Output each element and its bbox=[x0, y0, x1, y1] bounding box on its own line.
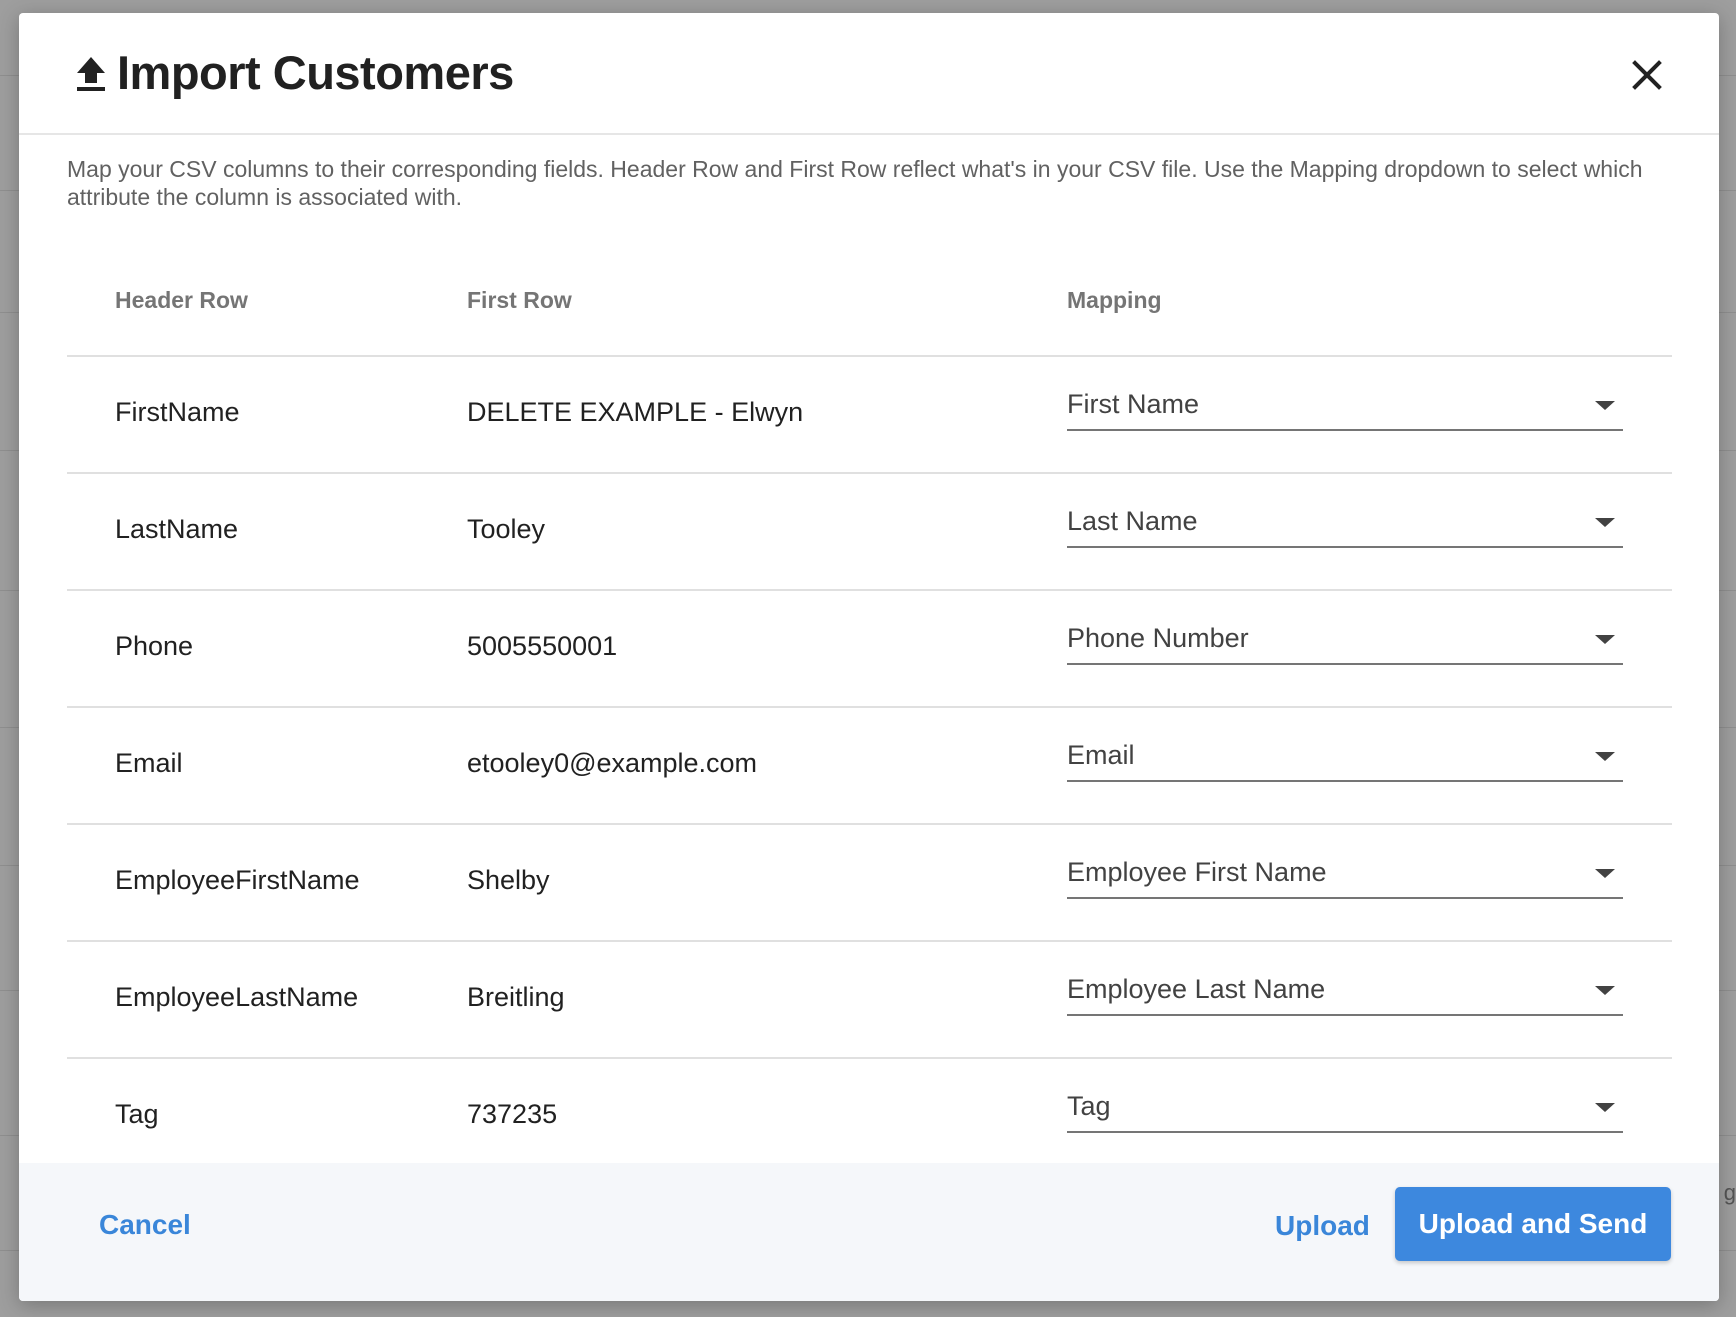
header-row-cell: EmployeeFirstName bbox=[115, 865, 360, 895]
first-row-cell: DELETE EXAMPLE - Elwyn bbox=[467, 397, 804, 427]
first-row-cell: Tooley bbox=[467, 514, 546, 544]
first-row-cell: 737235 bbox=[467, 1099, 558, 1129]
chevron-down-icon bbox=[1595, 635, 1615, 644]
mapping-select[interactable]: Tag bbox=[1067, 1089, 1623, 1133]
chevron-down-icon bbox=[1595, 986, 1615, 995]
mapping-table: Header Row First Row Mapping FirstName D… bbox=[67, 253, 1672, 1176]
backdrop-peek-text: g bbox=[1723, 1180, 1736, 1205]
column-header-first-row: First Row bbox=[467, 287, 572, 313]
mapping-select-value: Employee Last Name bbox=[1067, 974, 1326, 1004]
header-row-cell: LastName bbox=[115, 514, 239, 544]
dialog-title-wrap: Import Customers bbox=[73, 45, 514, 100]
table-row: FirstName DELETE EXAMPLE - Elwyn First N… bbox=[67, 357, 1672, 474]
chevron-down-icon bbox=[1595, 752, 1615, 761]
dialog-header: Import Customers bbox=[19, 13, 1719, 135]
chevron-down-icon bbox=[1595, 401, 1615, 410]
cancel-button[interactable]: Cancel bbox=[99, 1209, 191, 1241]
header-row-cell: FirstName bbox=[115, 397, 240, 427]
upload-icon bbox=[77, 56, 105, 91]
header-row-cell: EmployeeLastName bbox=[115, 982, 359, 1012]
mapping-select-value: Email bbox=[1067, 740, 1135, 770]
mapping-select[interactable]: Employee Last Name bbox=[1067, 972, 1623, 1016]
mapping-select-value: First Name bbox=[1067, 389, 1200, 419]
first-row-cell: Breitling bbox=[467, 982, 565, 1012]
table-row: EmployeeLastName Breitling Employee Last… bbox=[67, 942, 1672, 1059]
chevron-down-icon bbox=[1595, 518, 1615, 527]
mapping-select[interactable]: Email bbox=[1067, 738, 1623, 782]
mapping-select-value: Tag bbox=[1067, 1091, 1111, 1121]
column-header-header-row: Header Row bbox=[115, 287, 248, 313]
mapping-select[interactable]: Last Name bbox=[1067, 504, 1623, 548]
table-row: Email etooley0@example.com Email bbox=[67, 708, 1672, 825]
table-header: Header Row First Row Mapping bbox=[67, 253, 1672, 357]
upload-button[interactable]: Upload bbox=[1275, 1210, 1370, 1242]
column-header-mapping: Mapping bbox=[1067, 287, 1162, 313]
mapping-select-value: Phone Number bbox=[1067, 623, 1249, 653]
dialog-footer: Cancel Upload Upload and Send bbox=[19, 1163, 1719, 1301]
mapping-select-value: Last Name bbox=[1067, 506, 1198, 536]
table-row: Phone 5005550001 Phone Number bbox=[67, 591, 1672, 708]
mapping-select[interactable]: Employee First Name bbox=[1067, 855, 1623, 899]
first-row-cell: Shelby bbox=[467, 865, 550, 895]
upload-and-send-button[interactable]: Upload and Send bbox=[1395, 1187, 1671, 1261]
import-customers-dialog: Import Customers Map your CSV columns to… bbox=[19, 13, 1719, 1301]
table-row: Tag 737235 Tag bbox=[67, 1059, 1672, 1176]
header-row-cell: Email bbox=[115, 748, 183, 778]
first-row-cell: etooley0@example.com bbox=[467, 748, 758, 778]
chevron-down-icon bbox=[1595, 869, 1615, 878]
close-icon[interactable] bbox=[1627, 55, 1667, 95]
dialog-title: Import Customers bbox=[117, 46, 514, 99]
mapping-select[interactable]: Phone Number bbox=[1067, 621, 1623, 665]
header-row-cell: Tag bbox=[115, 1099, 159, 1129]
mapping-select-value: Employee First Name bbox=[1067, 857, 1327, 887]
mapping-select[interactable]: First Name bbox=[1067, 387, 1623, 431]
table-row: LastName Tooley Last Name bbox=[67, 474, 1672, 591]
table-row: EmployeeFirstName Shelby Employee First … bbox=[67, 825, 1672, 942]
first-row-cell: 5005550001 bbox=[467, 631, 618, 661]
header-row-cell: Phone bbox=[115, 631, 194, 661]
chevron-down-icon bbox=[1595, 1103, 1615, 1112]
dialog-description: Map your CSV columns to their correspond… bbox=[67, 156, 1643, 210]
